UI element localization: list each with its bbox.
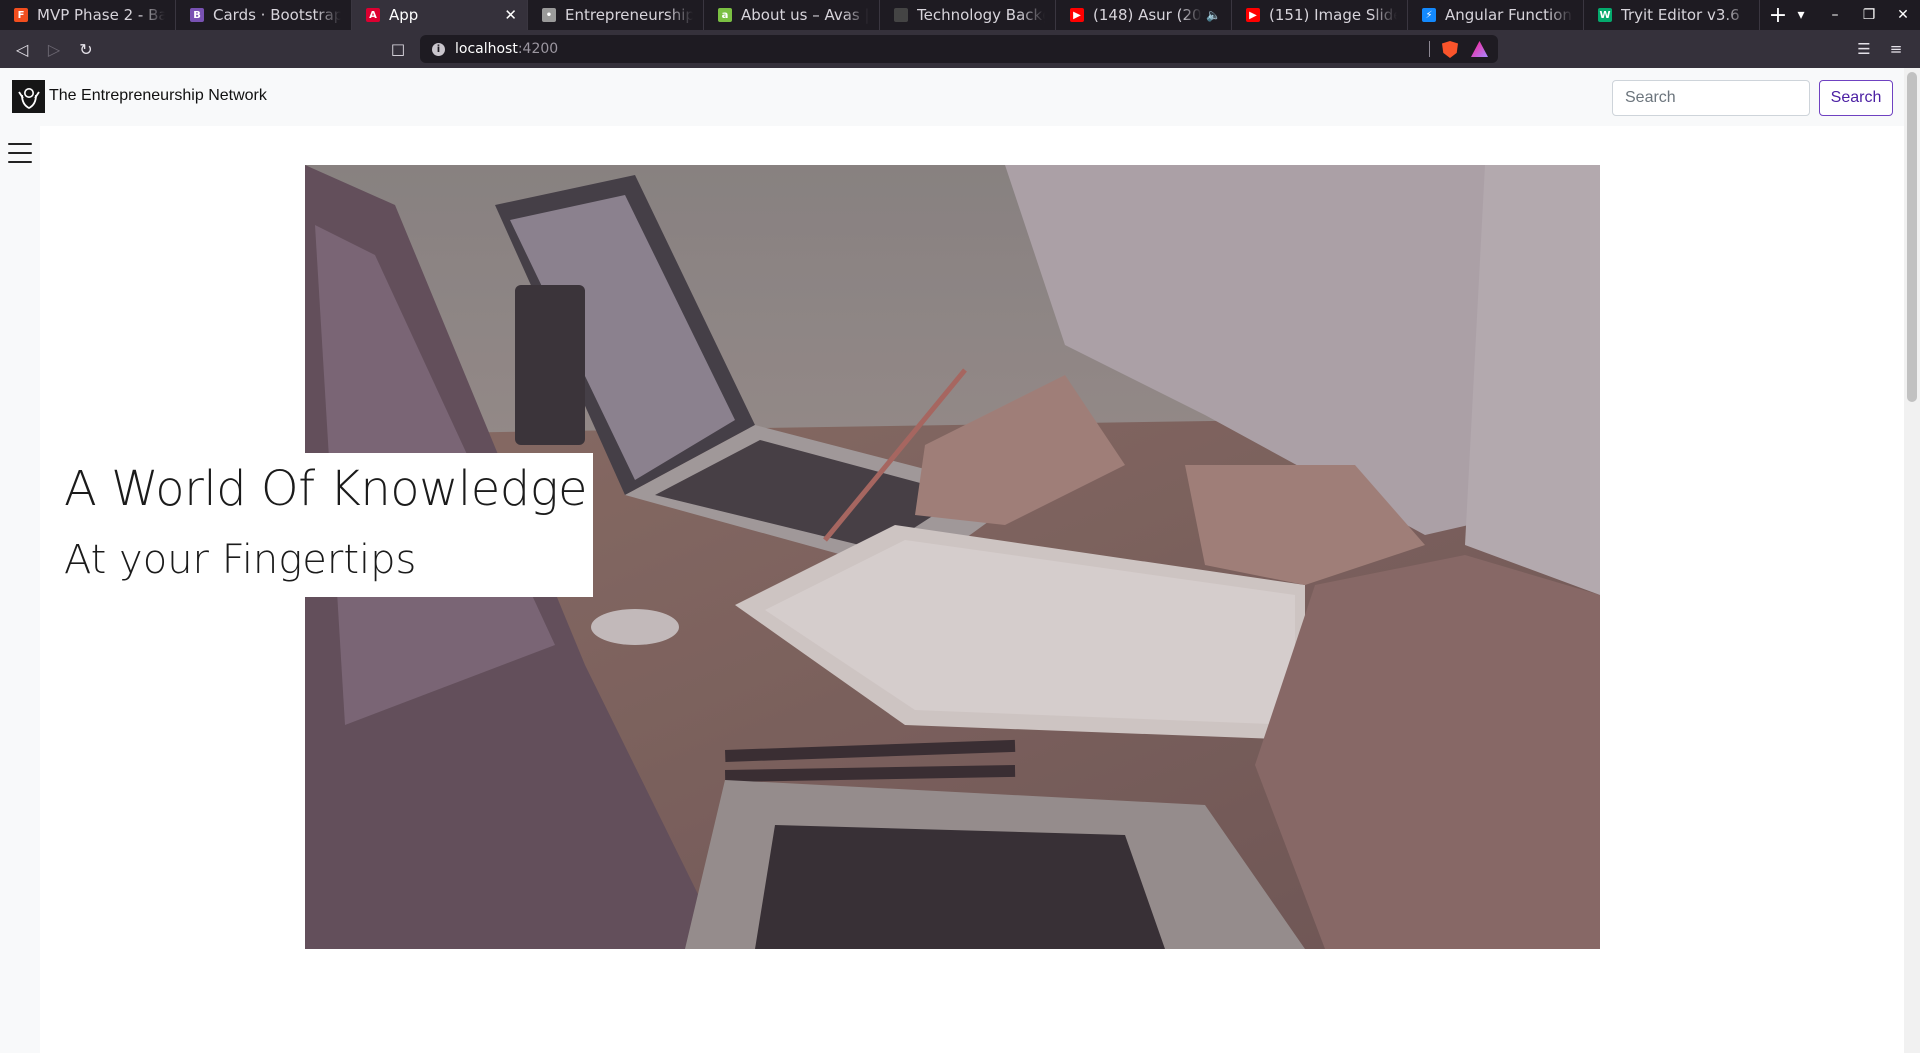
tab-title: (148) Asur (2020) [1093, 6, 1202, 24]
youtube-icon: ▶ [1070, 8, 1084, 22]
w3schools-icon: W [1598, 8, 1612, 22]
url-port: :4200 [517, 41, 559, 57]
browser-tab[interactable]: Technology Background [880, 0, 1056, 30]
tab-title: (151) Image Slider - [1269, 6, 1397, 24]
forward-icon[interactable]: ▷ [38, 30, 70, 68]
bootstrap-icon: B [190, 8, 204, 22]
youtube-icon: ▶ [1246, 8, 1260, 22]
scrollbar-thumb[interactable] [1907, 72, 1917, 402]
page-scrollbar[interactable] [1904, 68, 1920, 1053]
window-controls: ▾ – ❐ ✕ [1784, 0, 1920, 30]
tab-title: Tryit Editor v3.6 [1621, 6, 1740, 24]
figma-icon: F [14, 8, 28, 22]
close-tab-icon[interactable]: ✕ [504, 6, 517, 24]
browser-tab[interactable]: a About us – Avas | St [704, 0, 880, 30]
browser-menu-icon[interactable]: ≡ [1880, 40, 1912, 58]
address-bar[interactable]: i localhost:4200 [420, 35, 1498, 63]
brave-shields-icon[interactable] [1442, 41, 1458, 58]
network-logo-icon[interactable] [12, 80, 45, 113]
reload-icon[interactable]: ↻ [70, 30, 102, 68]
media-playlist-icon[interactable]: ☰ [1848, 40, 1880, 58]
stackblitz-icon: ⚡ [1422, 8, 1436, 22]
tab-audio-icon[interactable]: 🔈 [1206, 8, 1221, 22]
tab-title: App [389, 6, 419, 24]
browser-tab[interactable]: • Entrepreneurship Network [528, 0, 704, 30]
tab-title: Angular Function D [1445, 6, 1573, 24]
hero-title: A World Of Knowledge [64, 461, 588, 517]
brand-name[interactable]: The Entrepreneurship Network [49, 87, 267, 105]
browser-tab[interactable]: ⚡ Angular Function D [1408, 0, 1584, 30]
tab-title: About us – Avas | St [741, 6, 869, 24]
browser-tab[interactable]: W Tryit Editor v3.6 [1584, 0, 1760, 30]
tab-title: Cards · Bootstrap v5 [213, 6, 341, 24]
page-icon: a [718, 8, 732, 22]
url-host: localhost [455, 41, 518, 57]
bookmark-icon[interactable]: □ [388, 39, 408, 59]
hamburger-menu-icon[interactable] [8, 143, 32, 165]
hero-tagline-card: A World Of Knowledge At your Fingertips [55, 453, 593, 597]
back-icon[interactable]: ◁ [6, 30, 38, 68]
browser-tab[interactable]: B Cards · Bootstrap v5 [176, 0, 352, 30]
side-menu-strip [0, 126, 40, 1053]
site-info-icon[interactable]: i [432, 42, 445, 56]
tab-search-icon[interactable]: ▾ [1784, 0, 1818, 30]
tab-title: Entrepreneurship Network [565, 6, 693, 24]
close-window-icon[interactable]: ✕ [1886, 0, 1920, 30]
hero-subtitle: At your Fingertips [64, 537, 417, 583]
page-viewport: The Entrepreneurship Network Search Sear… [0, 68, 1920, 1053]
brave-rewards-icon[interactable] [1471, 41, 1488, 57]
toolbar-right: ☰ ≡ [1848, 30, 1912, 68]
tab-title: MVP Phase 2 - Banana [37, 6, 165, 24]
tab-title: Technology Background [917, 6, 1045, 24]
address-divider [1429, 41, 1430, 57]
search-input[interactable] [1612, 80, 1810, 116]
browser-tab[interactable]: ▶ (151) Image Slider - [1232, 0, 1408, 30]
image-icon [894, 8, 908, 22]
angular-icon: A [366, 8, 380, 22]
browser-toolbar: ◁ ▷ ↻ □ i localhost:4200 ☰ ≡ [0, 30, 1920, 68]
network-icon: • [542, 8, 556, 22]
search-button[interactable]: Search [1819, 80, 1893, 116]
browser-tab-strip: F MVP Phase 2 - Banana B Cards · Bootstrap … [0, 0, 1920, 30]
site-navbar: The Entrepreneurship Network Search [0, 68, 1904, 126]
restore-icon[interactable]: ❐ [1852, 0, 1886, 30]
browser-tab[interactable]: A App ✕ [352, 0, 528, 30]
browser-tab[interactable]: ▶ (148) Asur (2020) 🔈 [1056, 0, 1232, 30]
minimize-icon[interactable]: – [1818, 0, 1852, 30]
browser-tab[interactable]: F MVP Phase 2 - Banana [0, 0, 176, 30]
